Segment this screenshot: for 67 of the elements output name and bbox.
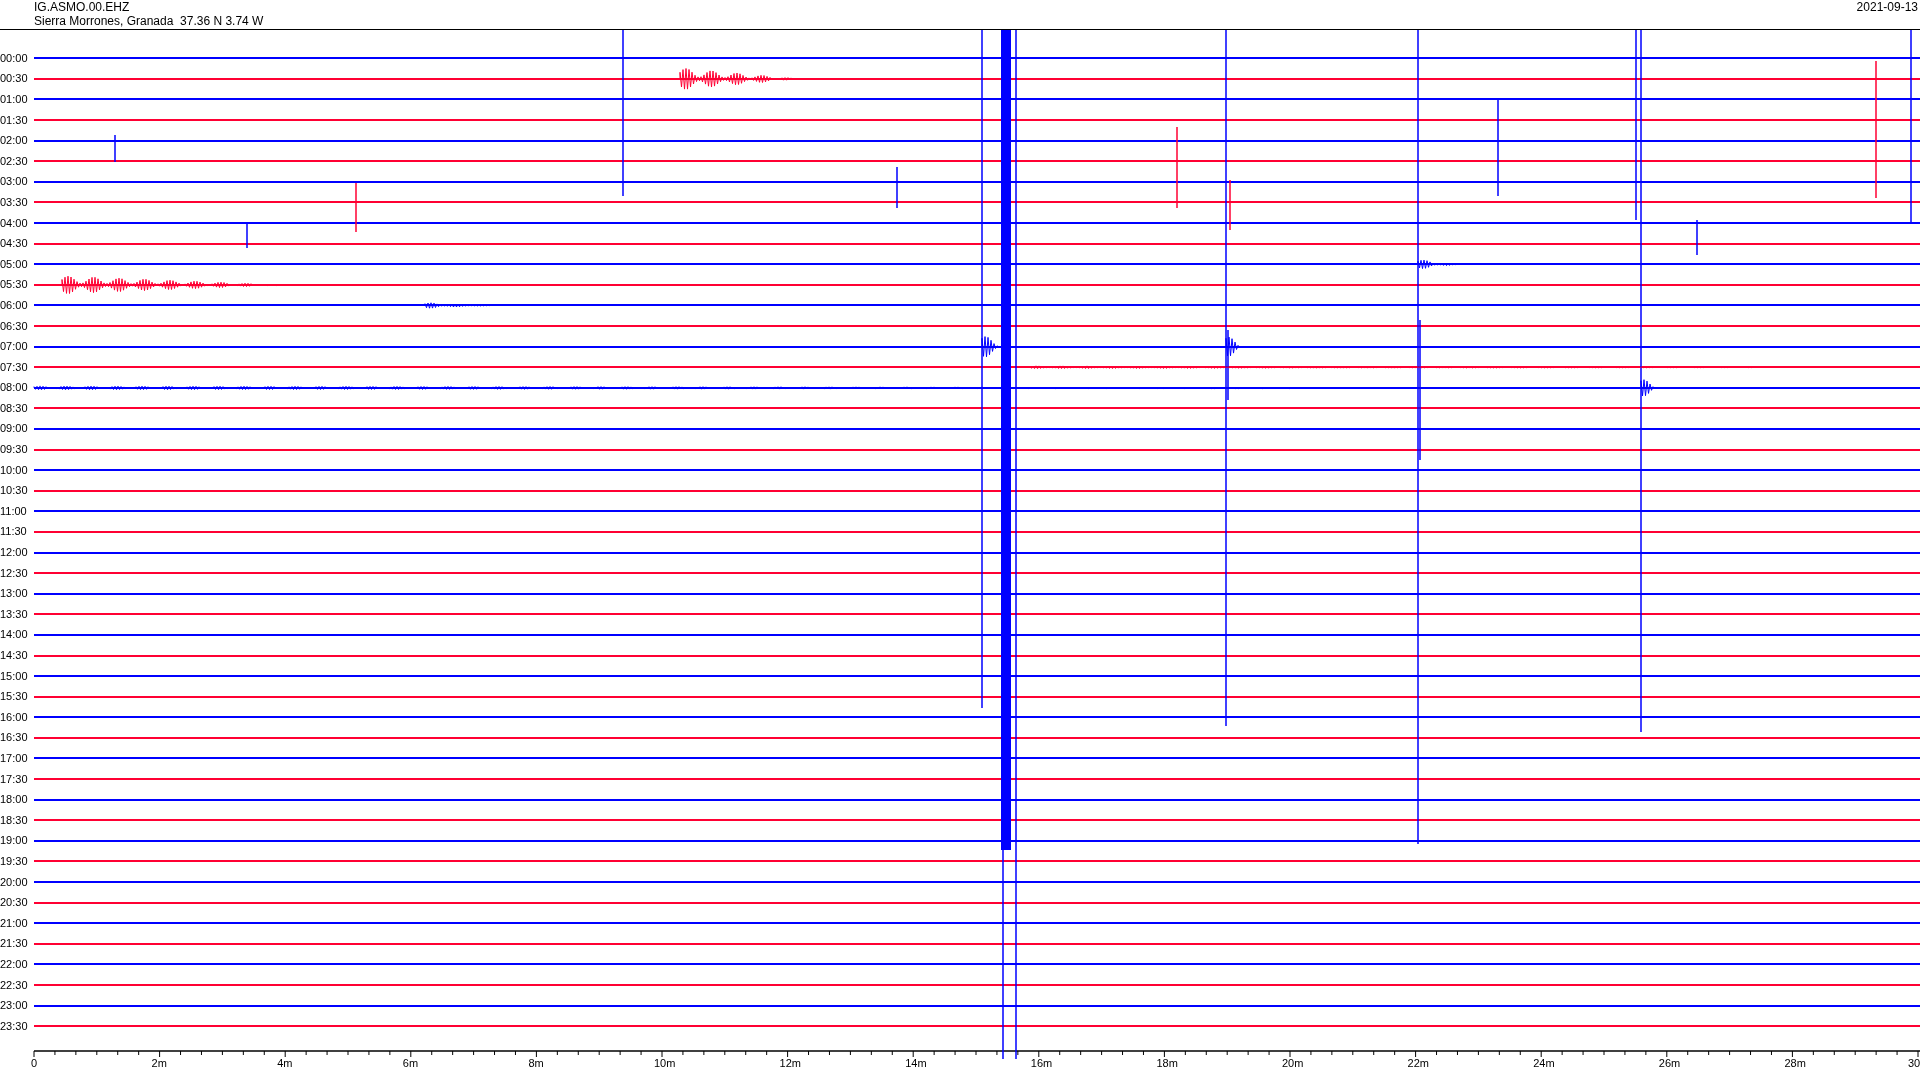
time-label: 04:30 bbox=[0, 238, 29, 250]
axis-tick-label: 16m bbox=[1030, 1057, 1053, 1069]
axis-tick-label: 28m bbox=[1784, 1057, 1806, 1069]
time-label: 06:00 bbox=[0, 299, 29, 311]
time-label: 12:30 bbox=[0, 567, 29, 579]
time-label: 05:00 bbox=[0, 258, 29, 270]
time-label: 04:00 bbox=[0, 217, 29, 229]
time-label: 05:30 bbox=[0, 279, 29, 291]
time-label: 01:30 bbox=[0, 114, 29, 126]
axis-tick-label: 0 bbox=[31, 1057, 38, 1069]
axis-tick-label: 22m bbox=[1407, 1057, 1429, 1069]
time-label: 21:30 bbox=[0, 938, 29, 950]
time-label: 02:30 bbox=[0, 155, 29, 167]
axis-tick-label: 30 bbox=[1908, 1057, 1920, 1069]
time-label: 03:30 bbox=[0, 196, 29, 208]
station-code: IG.ASMO.00.EHZ bbox=[34, 0, 131, 14]
time-label: 07:00 bbox=[0, 341, 29, 353]
axis-tick-label: 18m bbox=[1156, 1057, 1178, 1069]
axis-tick-label: 24m bbox=[1533, 1057, 1555, 1069]
time-label: 17:00 bbox=[0, 753, 29, 764]
time-label: 20:00 bbox=[0, 876, 29, 888]
time-label: 14:30 bbox=[0, 650, 29, 661]
time-label: 10:00 bbox=[0, 464, 29, 476]
time-label: 06:30 bbox=[0, 320, 29, 332]
time-label: 01:00 bbox=[0, 94, 29, 105]
time-label: 22:00 bbox=[0, 958, 29, 970]
time-label: 00:00 bbox=[0, 52, 29, 64]
axis-tick-label: 8m bbox=[528, 1057, 544, 1069]
time-label: 14:00 bbox=[0, 629, 29, 641]
time-label: 18:30 bbox=[0, 814, 29, 826]
axis-tick-label: 26m bbox=[1658, 1057, 1681, 1069]
time-label: 02:00 bbox=[0, 135, 29, 147]
time-label: 15:30 bbox=[0, 691, 29, 703]
time-label: 09:30 bbox=[0, 444, 29, 456]
time-label: 11:30 bbox=[0, 526, 28, 538]
time-label: 16:00 bbox=[0, 711, 29, 723]
time-label: 13:30 bbox=[0, 608, 29, 620]
time-label: 19:30 bbox=[0, 855, 29, 867]
date-label: 2021-09-13 bbox=[1856, 0, 1919, 16]
time-label: 23:00 bbox=[0, 1000, 29, 1012]
time-label: 00:30 bbox=[0, 73, 29, 85]
time-label: 07:30 bbox=[0, 361, 29, 373]
time-label: 21:00 bbox=[0, 917, 29, 929]
time-label: 22:30 bbox=[0, 979, 29, 991]
time-label: 16:30 bbox=[0, 732, 29, 744]
time-label: 10:30 bbox=[0, 485, 29, 497]
time-label: 08:00 bbox=[0, 382, 29, 394]
axis-tick-label: 12m bbox=[779, 1057, 801, 1069]
axis-tick-label: 6m bbox=[402, 1057, 419, 1069]
time-label: 12:00 bbox=[0, 547, 29, 559]
time-label: 13:00 bbox=[0, 588, 29, 600]
time-label: 11:00 bbox=[0, 505, 28, 517]
time-label: 20:30 bbox=[0, 897, 29, 909]
axis-tick-label: 2m bbox=[151, 1057, 167, 1069]
time-label: 03:00 bbox=[0, 176, 29, 188]
time-label: 17:30 bbox=[0, 773, 29, 785]
axis-tick-label: 4m bbox=[277, 1057, 293, 1069]
time-label: 23:30 bbox=[0, 1020, 29, 1032]
time-label: 08:30 bbox=[0, 402, 29, 414]
time-label: 18:00 bbox=[0, 794, 29, 806]
time-label: 19:00 bbox=[0, 835, 29, 847]
station-location: Sierra Morrones, Granada 37.36 N 3.74 W bbox=[34, 14, 264, 28]
axis-tick-label: 14m bbox=[905, 1057, 927, 1069]
time-label: 15:00 bbox=[0, 670, 29, 682]
axis-tick-label: 20m bbox=[1282, 1057, 1304, 1069]
axis-tick-label: 10m bbox=[654, 1057, 676, 1069]
time-label: 09:00 bbox=[0, 423, 29, 435]
